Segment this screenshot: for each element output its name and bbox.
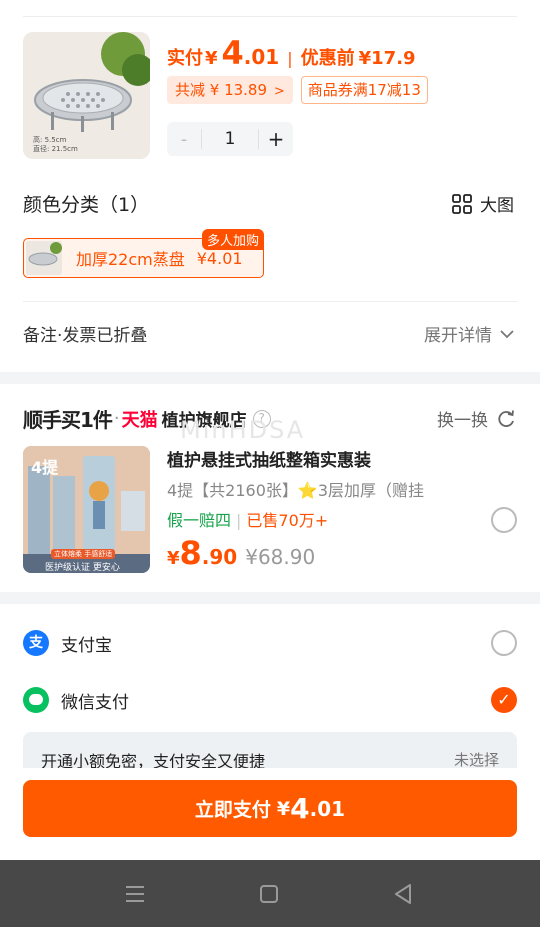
- paid-currency: ¥: [205, 48, 218, 69]
- payment-option-alipay[interactable]: 支 支付宝: [23, 630, 112, 656]
- pay-button-amount-dec: .01: [309, 796, 346, 821]
- alipay-icon: 支: [23, 630, 49, 656]
- paid-label: 实付: [167, 48, 203, 69]
- divider: [23, 16, 517, 17]
- menu-icon[interactable]: [120, 880, 150, 908]
- variant-price: ¥4.01: [196, 248, 243, 268]
- quantity-increase-button[interactable]: +: [259, 127, 293, 151]
- pay-now-button[interactable]: 立即支付 ¥ 4 .01: [23, 780, 517, 837]
- popular-badge: 多人加购: [201, 229, 264, 250]
- addon-select-radio[interactable]: [491, 507, 517, 533]
- paid-amount-int: 4: [221, 34, 244, 72]
- system-navigation-bar: [0, 860, 540, 927]
- pay-button-amount-int: 4: [290, 792, 310, 825]
- addon-product-subtitle: 4提【共2160张】⭐3层加厚（赠挂: [167, 481, 425, 500]
- swap-label: 换一换: [437, 411, 488, 431]
- addon-price-dec: .90: [201, 545, 238, 569]
- quantity-input[interactable]: 1: [201, 129, 259, 149]
- before-discount-label: 优惠前: [300, 48, 355, 69]
- watermark: MinHDSA: [180, 416, 306, 444]
- tag-separator: |: [236, 511, 242, 530]
- paid-amount-dec: .01: [243, 45, 280, 69]
- wechat-label: 微信支付: [61, 692, 129, 713]
- expand-details-button[interactable]: 展开详情: [424, 321, 514, 346]
- product-image[interactable]: 高: 5.5cm 直径: 21.5cm: [23, 32, 150, 159]
- addon-product-tags: 假一赔四 | 已售70万+: [167, 507, 328, 531]
- addon-product-title[interactable]: 植护悬挂式抽纸整箱实惠装: [167, 446, 371, 471]
- quantity-stepper: - 1 +: [167, 122, 293, 156]
- discount-tags: 共减 ¥ 13.89 > 商品券满17减13: [167, 76, 428, 104]
- price-separator: |: [287, 49, 293, 68]
- payment-option-wechat[interactable]: 微信支付: [23, 687, 129, 713]
- addon-product-image[interactable]: 4提 立体熔柔 手感舒适 医护级认证 更安心: [23, 446, 150, 573]
- home-icon[interactable]: [254, 880, 284, 908]
- addon-thumb-banner: 立体熔柔 手感舒适: [51, 549, 116, 559]
- big-image-label: 大图: [480, 196, 514, 216]
- swap-button[interactable]: 换一换: [437, 406, 516, 431]
- refresh-icon: [498, 409, 514, 427]
- guarantee-tag: 假一赔四: [167, 511, 232, 530]
- divider: [23, 301, 517, 302]
- wechat-pay-icon: [23, 687, 49, 713]
- order-item-card: 高: 5.5cm 直径: 21.5cm 实付 ¥ 4 .01 | 优惠前 ¥17…: [0, 0, 540, 372]
- before-discount-price: ¥17.9: [358, 48, 416, 69]
- grid-icon: [452, 193, 472, 214]
- back-icon[interactable]: [388, 880, 418, 908]
- product-image-caption: 高: 5.5cm 直径: 21.5cm: [33, 136, 78, 153]
- check-icon[interactable]: ✓: [491, 687, 517, 713]
- steamer-mini-illustration: [26, 241, 62, 275]
- price-summary: 实付 ¥ 4 .01 | 优惠前 ¥17.9: [167, 34, 416, 74]
- expand-details-label: 展开详情: [424, 326, 492, 346]
- addon-thumb-footer: 医护级认证 更安心: [45, 563, 120, 573]
- addon-price-currency: ¥: [167, 548, 180, 569]
- addon-price: ¥ 8 .90 ¥68.90: [167, 534, 315, 572]
- variant-section-title: 颜色分类（1）: [23, 194, 150, 216]
- password-free-tip[interactable]: 开通小额免密，支付安全又便捷 未选择: [23, 732, 517, 768]
- addon-price-int: 8: [179, 534, 202, 572]
- chevron-right-icon: >: [273, 84, 285, 99]
- variant-thumbnail: [26, 241, 62, 275]
- notes-invoice-label: 备注·发票已折叠: [23, 326, 148, 346]
- dot-separator: ·: [113, 408, 120, 429]
- sold-count: 已售70万+: [246, 511, 329, 530]
- coupon-tag: 商品券满17减13: [300, 76, 428, 104]
- total-discount-tag[interactable]: 共减 ¥ 13.89 >: [167, 76, 293, 104]
- variant-option-selected[interactable]: 加厚22cm蒸盘 ¥4.01 多人加购: [23, 229, 264, 278]
- big-image-toggle[interactable]: 大图: [452, 191, 514, 216]
- alipay-label: 支付宝: [61, 635, 112, 656]
- variant-label: 加厚22cm蒸盘: [76, 250, 185, 269]
- addon-thumb-badge: 4提: [31, 458, 59, 477]
- pay-button-currency: ¥: [276, 797, 291, 820]
- tip-status: 未选择: [453, 751, 499, 768]
- addon-brand-label: 顺手买1件: [23, 408, 113, 432]
- addon-original-price: ¥68.90: [245, 545, 316, 569]
- alipay-radio[interactable]: [491, 630, 517, 656]
- payment-card: 支 支付宝 微信支付 ✓ 开通小额免密，支付安全又便捷 未选择 立即支付 ¥ 4…: [0, 604, 540, 860]
- tmall-logo: 天猫: [121, 409, 158, 431]
- pay-button-label: 立即支付: [194, 799, 271, 821]
- tip-text: 开通小额免密，支付安全又便捷: [41, 752, 266, 768]
- chevron-down-icon: [500, 329, 514, 338]
- addon-recommend-card: 顺手买1件 · 天猫 植护旗舰店 ? MinHDSA 换一换 4提 立体熔柔 手…: [0, 384, 540, 592]
- quantity-decrease-button[interactable]: -: [167, 129, 201, 150]
